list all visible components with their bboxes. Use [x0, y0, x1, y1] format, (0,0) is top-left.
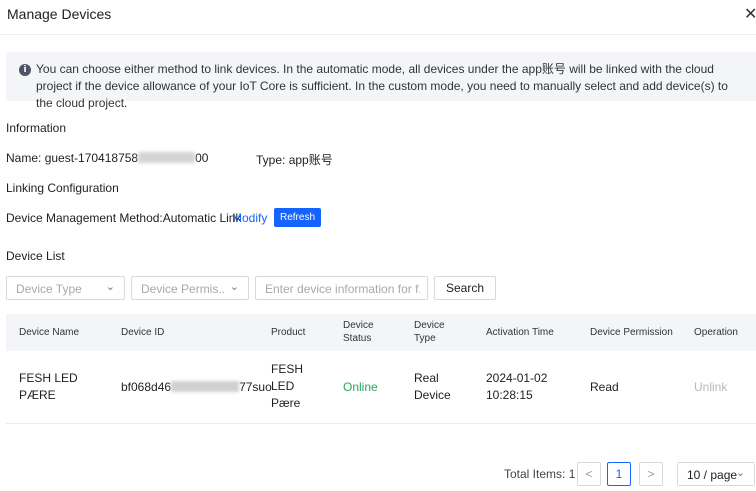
- col-operation: Operation: [694, 327, 738, 338]
- close-icon[interactable]: ✕: [744, 4, 756, 24]
- col-product: Product: [271, 327, 306, 338]
- chevron-down-icon: ⌄: [229, 281, 239, 293]
- cell-device-id: bf068d46 77suo: [121, 379, 272, 396]
- product-line1: FESH: [271, 362, 304, 376]
- col-device-type-line1: Device: [414, 320, 445, 331]
- redacted-mask: [171, 381, 240, 392]
- chevron-down-icon: ⌄: [735, 467, 745, 479]
- col-device-status-line1: Device: [343, 320, 374, 331]
- device-name-line1: FESH LED: [19, 371, 78, 385]
- total-items: Total Items: 1: [504, 467, 576, 481]
- modify-link[interactable]: Modify: [232, 211, 267, 225]
- page-size-value: 10 / page: [687, 468, 738, 482]
- cell-product: FESH LED Pære: [271, 361, 303, 412]
- device-id-prefix: bf068d46: [121, 380, 172, 394]
- device-list-heading: Device List: [6, 249, 65, 263]
- cell-device-type: Real Device: [414, 370, 451, 404]
- refresh-button[interactable]: Refresh: [274, 208, 322, 227]
- cell-permission: Read: [590, 380, 619, 394]
- status-badge: Online: [343, 380, 378, 394]
- col-device-status-line2: Status: [343, 333, 372, 344]
- device-type-line1: Real: [414, 371, 439, 385]
- prev-page-button[interactable]: <: [577, 462, 601, 486]
- device-permission-placeholder: Device Permis...: [141, 282, 226, 296]
- management-method-text: Device Management Method:Automatic Link: [6, 211, 242, 225]
- col-device-status: Device Status: [343, 319, 374, 345]
- activation-date: 2024-01-02: [486, 371, 548, 385]
- dialog-title: Manage Devices: [7, 6, 112, 22]
- device-name-line2: PÆRE: [19, 388, 56, 402]
- col-device-type-line2: Type: [414, 333, 436, 344]
- alert-text: You can choose either method to link dev…: [36, 62, 728, 110]
- col-device-id: Device ID: [121, 327, 165, 338]
- name-value-prefix: guest-170418758: [44, 151, 139, 165]
- name-field: Name: guest-170418758 00: [6, 151, 208, 165]
- table-header: Device Name Device ID Product Device Sta…: [6, 314, 756, 351]
- info-icon: i: [19, 64, 31, 76]
- unlink-button[interactable]: Unlink: [694, 379, 727, 396]
- information-heading: Information: [6, 121, 67, 135]
- search-button[interactable]: Search: [434, 276, 496, 300]
- col-device-permission: Device Permission: [590, 327, 673, 338]
- info-alert: i You can choose either method to link d…: [6, 52, 756, 110]
- device-type-select[interactable]: Device Type ⌄: [6, 276, 125, 300]
- page-size-select[interactable]: 10 / page ⌄: [677, 462, 755, 486]
- name-label: Name:: [6, 151, 42, 165]
- search-placeholder: Enter device information for f...: [265, 282, 420, 296]
- device-id-suffix: 77suo: [239, 380, 272, 394]
- row-divider: [6, 423, 756, 424]
- page-1-button[interactable]: 1: [607, 462, 631, 486]
- device-permission-select[interactable]: Device Permis... ⌄: [131, 276, 249, 300]
- chevron-down-icon: ⌄: [105, 281, 115, 293]
- cell-activation-time: 2024-01-02 10:28:15: [486, 370, 547, 404]
- col-activation-time: Activation Time: [486, 327, 554, 338]
- type-label: Type:: [256, 153, 286, 167]
- next-page-button[interactable]: >: [639, 462, 663, 486]
- product-line2: LED: [271, 379, 295, 393]
- device-search-input[interactable]: Enter device information for f...: [255, 276, 428, 300]
- activation-clock: 10:28:15: [486, 388, 533, 402]
- chevron-left-icon: <: [585, 467, 593, 481]
- cell-device-name: FESH LED PÆRE: [19, 370, 78, 404]
- col-device-type: Device Type: [414, 319, 445, 345]
- type-value: app账号: [288, 153, 333, 167]
- col-device-name: Device Name: [19, 327, 80, 338]
- type-field: Type: app账号: [256, 151, 333, 168]
- product-line3: Pære: [271, 396, 301, 410]
- device-type-placeholder: Device Type: [16, 282, 82, 296]
- header-divider: [0, 34, 756, 35]
- linking-heading: Linking Configuration: [6, 181, 119, 195]
- chevron-right-icon: >: [647, 467, 655, 481]
- name-value-suffix: 00: [195, 151, 209, 165]
- device-type-line2: Device: [414, 388, 451, 402]
- redacted-mask: [138, 152, 196, 163]
